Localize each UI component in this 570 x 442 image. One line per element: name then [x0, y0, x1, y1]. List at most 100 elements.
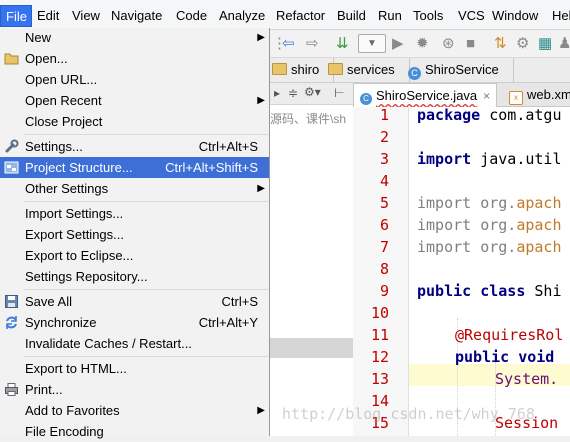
line-number: 11	[370, 326, 389, 344]
line-number: 13	[370, 370, 389, 388]
collapse-icon[interactable]: ≑	[288, 86, 298, 100]
line-number: 2	[379, 128, 389, 146]
line-number: 7	[379, 238, 389, 256]
menu-item-close-project[interactable]: Close Project	[0, 111, 269, 132]
tab-web-xml[interactable]: x web.xm	[503, 83, 570, 106]
menu-item-new[interactable]: New ▶	[0, 27, 269, 48]
menu-analyze[interactable]: Analyze	[219, 7, 265, 25]
submenu-arrow-icon: ▶	[257, 32, 265, 43]
menu-run[interactable]: Run	[378, 7, 402, 25]
code-editor[interactable]: package com.atgu import java.util import…	[409, 107, 570, 436]
run-icon[interactable]: ▶	[392, 35, 404, 53]
line-number: 10	[370, 304, 389, 322]
menu-item-other-settings[interactable]: Other Settings ▶	[0, 178, 269, 199]
breadcrumb-services[interactable]: services	[322, 58, 410, 82]
line-number: 3	[379, 150, 389, 168]
menu-build[interactable]: Build	[337, 7, 366, 25]
menu-item-project-structure[interactable]: Project Structure... Ctrl+Alt+Shift+S	[0, 157, 269, 178]
menu-file[interactable]: File	[0, 5, 32, 27]
code-line: import org.apach	[417, 194, 562, 212]
menu-refactor[interactable]: Refactor	[276, 7, 325, 25]
code-line: import java.util	[417, 150, 562, 168]
line-number-gutter: 1 2 3 4 5 6 7 8 9 10 11 12 13 14 15	[353, 106, 409, 436]
menu-item-export-settings[interactable]: Export Settings...	[0, 224, 269, 245]
wrench-icon	[5, 139, 19, 153]
vcs-update-icon[interactable]: ⇅	[494, 35, 507, 53]
coverage-icon[interactable]: ⊛	[442, 35, 455, 53]
tree-selected-row[interactable]	[270, 338, 353, 358]
menu-item-settings[interactable]: Settings... Ctrl+Alt+S	[0, 136, 269, 157]
code-line: public class Shi	[417, 282, 562, 300]
code-line: public void	[455, 348, 555, 366]
menu-item-add-to-favorites[interactable]: Add to Favorites ▶	[0, 400, 269, 421]
menu-code[interactable]: Code	[176, 7, 207, 25]
breadcrumb: shiro services C ShiroService	[270, 58, 570, 83]
panel-settings-icon[interactable]: ⚙▾	[304, 85, 321, 99]
code-line: package com.atgu	[417, 107, 562, 124]
menu-vcs[interactable]: VCS	[458, 7, 485, 25]
folder-open-icon	[4, 53, 19, 65]
expand-icon[interactable]: ▸	[274, 86, 280, 100]
menu-item-settings-repository[interactable]: Settings Repository...	[0, 266, 269, 287]
settings-icon[interactable]: ⚙	[516, 35, 529, 53]
main-toolbar: ⋮ ⇦ ⇨ ⇊ ▼ ▶ ✹ ⊛ ■ ⇅ ⚙ ▦ ♟	[270, 30, 570, 58]
menu-view[interactable]: View	[72, 7, 100, 25]
project-panel-toolbar: ▸ ≑ ⚙▾ ⊢	[270, 83, 353, 105]
menu-window[interactable]: Window	[492, 7, 538, 25]
code-line: @RequiresRol	[455, 326, 564, 344]
line-number: 1	[379, 106, 389, 124]
stop-icon[interactable]: ■	[466, 35, 475, 53]
menu-tools[interactable]: Tools	[413, 7, 443, 25]
class-icon: C	[408, 67, 421, 80]
line-number: 8	[379, 260, 389, 278]
hide-panel-icon[interactable]: ⊢	[334, 86, 344, 100]
tree-node-path[interactable]: 源码、课件\sh	[270, 110, 346, 127]
back-arrow-icon[interactable]: ⇦	[282, 35, 295, 53]
menu-item-export-to-eclipse[interactable]: Export to Eclipse...	[0, 245, 269, 266]
close-tab-icon[interactable]: ×	[483, 89, 490, 103]
menu-item-open-url[interactable]: Open URL...	[0, 69, 269, 90]
line-number: 5	[379, 194, 389, 212]
project-tree[interactable]: 源码、课件\sh	[270, 105, 353, 436]
line-number: 6	[379, 216, 389, 234]
folder-icon	[272, 63, 287, 75]
line-number: 9	[379, 282, 389, 300]
submenu-arrow-icon: ▶	[257, 95, 265, 106]
project-structure-icon	[4, 161, 19, 174]
menu-edit[interactable]: Edit	[37, 7, 59, 25]
xml-file-icon: x	[509, 91, 523, 105]
debug-icon[interactable]: ✹	[416, 35, 429, 53]
print-icon	[5, 383, 18, 396]
file-menu: New ▶ Open... Open URL... Open Recent ▶ …	[0, 27, 270, 439]
run-config-dropdown[interactable]: ▼	[358, 34, 386, 53]
make-project-icon[interactable]: ⇊	[336, 35, 349, 53]
folder-icon	[328, 63, 343, 75]
watermark: http://blog.csdn.net/why_768	[282, 405, 535, 423]
code-line: import org.apach	[417, 216, 562, 234]
menu-navigate[interactable]: Navigate	[111, 7, 162, 25]
menu-item-synchronize[interactable]: Synchronize Ctrl+Alt+Y	[0, 312, 269, 333]
menu-item-open-recent[interactable]: Open Recent ▶	[0, 90, 269, 111]
menu-item-open[interactable]: Open...	[0, 48, 269, 69]
breadcrumb-shiroservice[interactable]: C ShiroService	[402, 58, 514, 82]
menu-item-export-to-html[interactable]: Export to HTML...	[0, 358, 269, 379]
code-line: System.	[495, 370, 559, 388]
menu-separator	[24, 201, 268, 202]
menu-item-file-encoding[interactable]: File Encoding	[0, 421, 269, 442]
sdk-manager-icon[interactable]: ♟	[558, 35, 570, 53]
save-icon	[5, 295, 18, 308]
menu-item-save-all[interactable]: Save All Ctrl+S	[0, 291, 269, 312]
line-number: 12	[370, 348, 389, 366]
submenu-arrow-icon: ▶	[257, 183, 265, 194]
project-structure-toolbar-icon[interactable]: ▦	[538, 35, 552, 53]
code-line: import org.apach	[417, 238, 562, 256]
menu-help[interactable]: Help	[552, 7, 570, 25]
menu-separator	[24, 356, 268, 357]
forward-arrow-icon[interactable]: ⇨	[306, 35, 319, 53]
menu-separator	[24, 134, 268, 135]
menu-item-invalidate-caches[interactable]: Invalidate Caches / Restart...	[0, 333, 269, 354]
menu-item-print[interactable]: Print...	[0, 379, 269, 400]
menu-item-import-settings[interactable]: Import Settings...	[0, 203, 269, 224]
menu-bar: File Edit View Navigate Code Analyze Ref…	[0, 0, 570, 30]
menu-separator	[24, 289, 268, 290]
